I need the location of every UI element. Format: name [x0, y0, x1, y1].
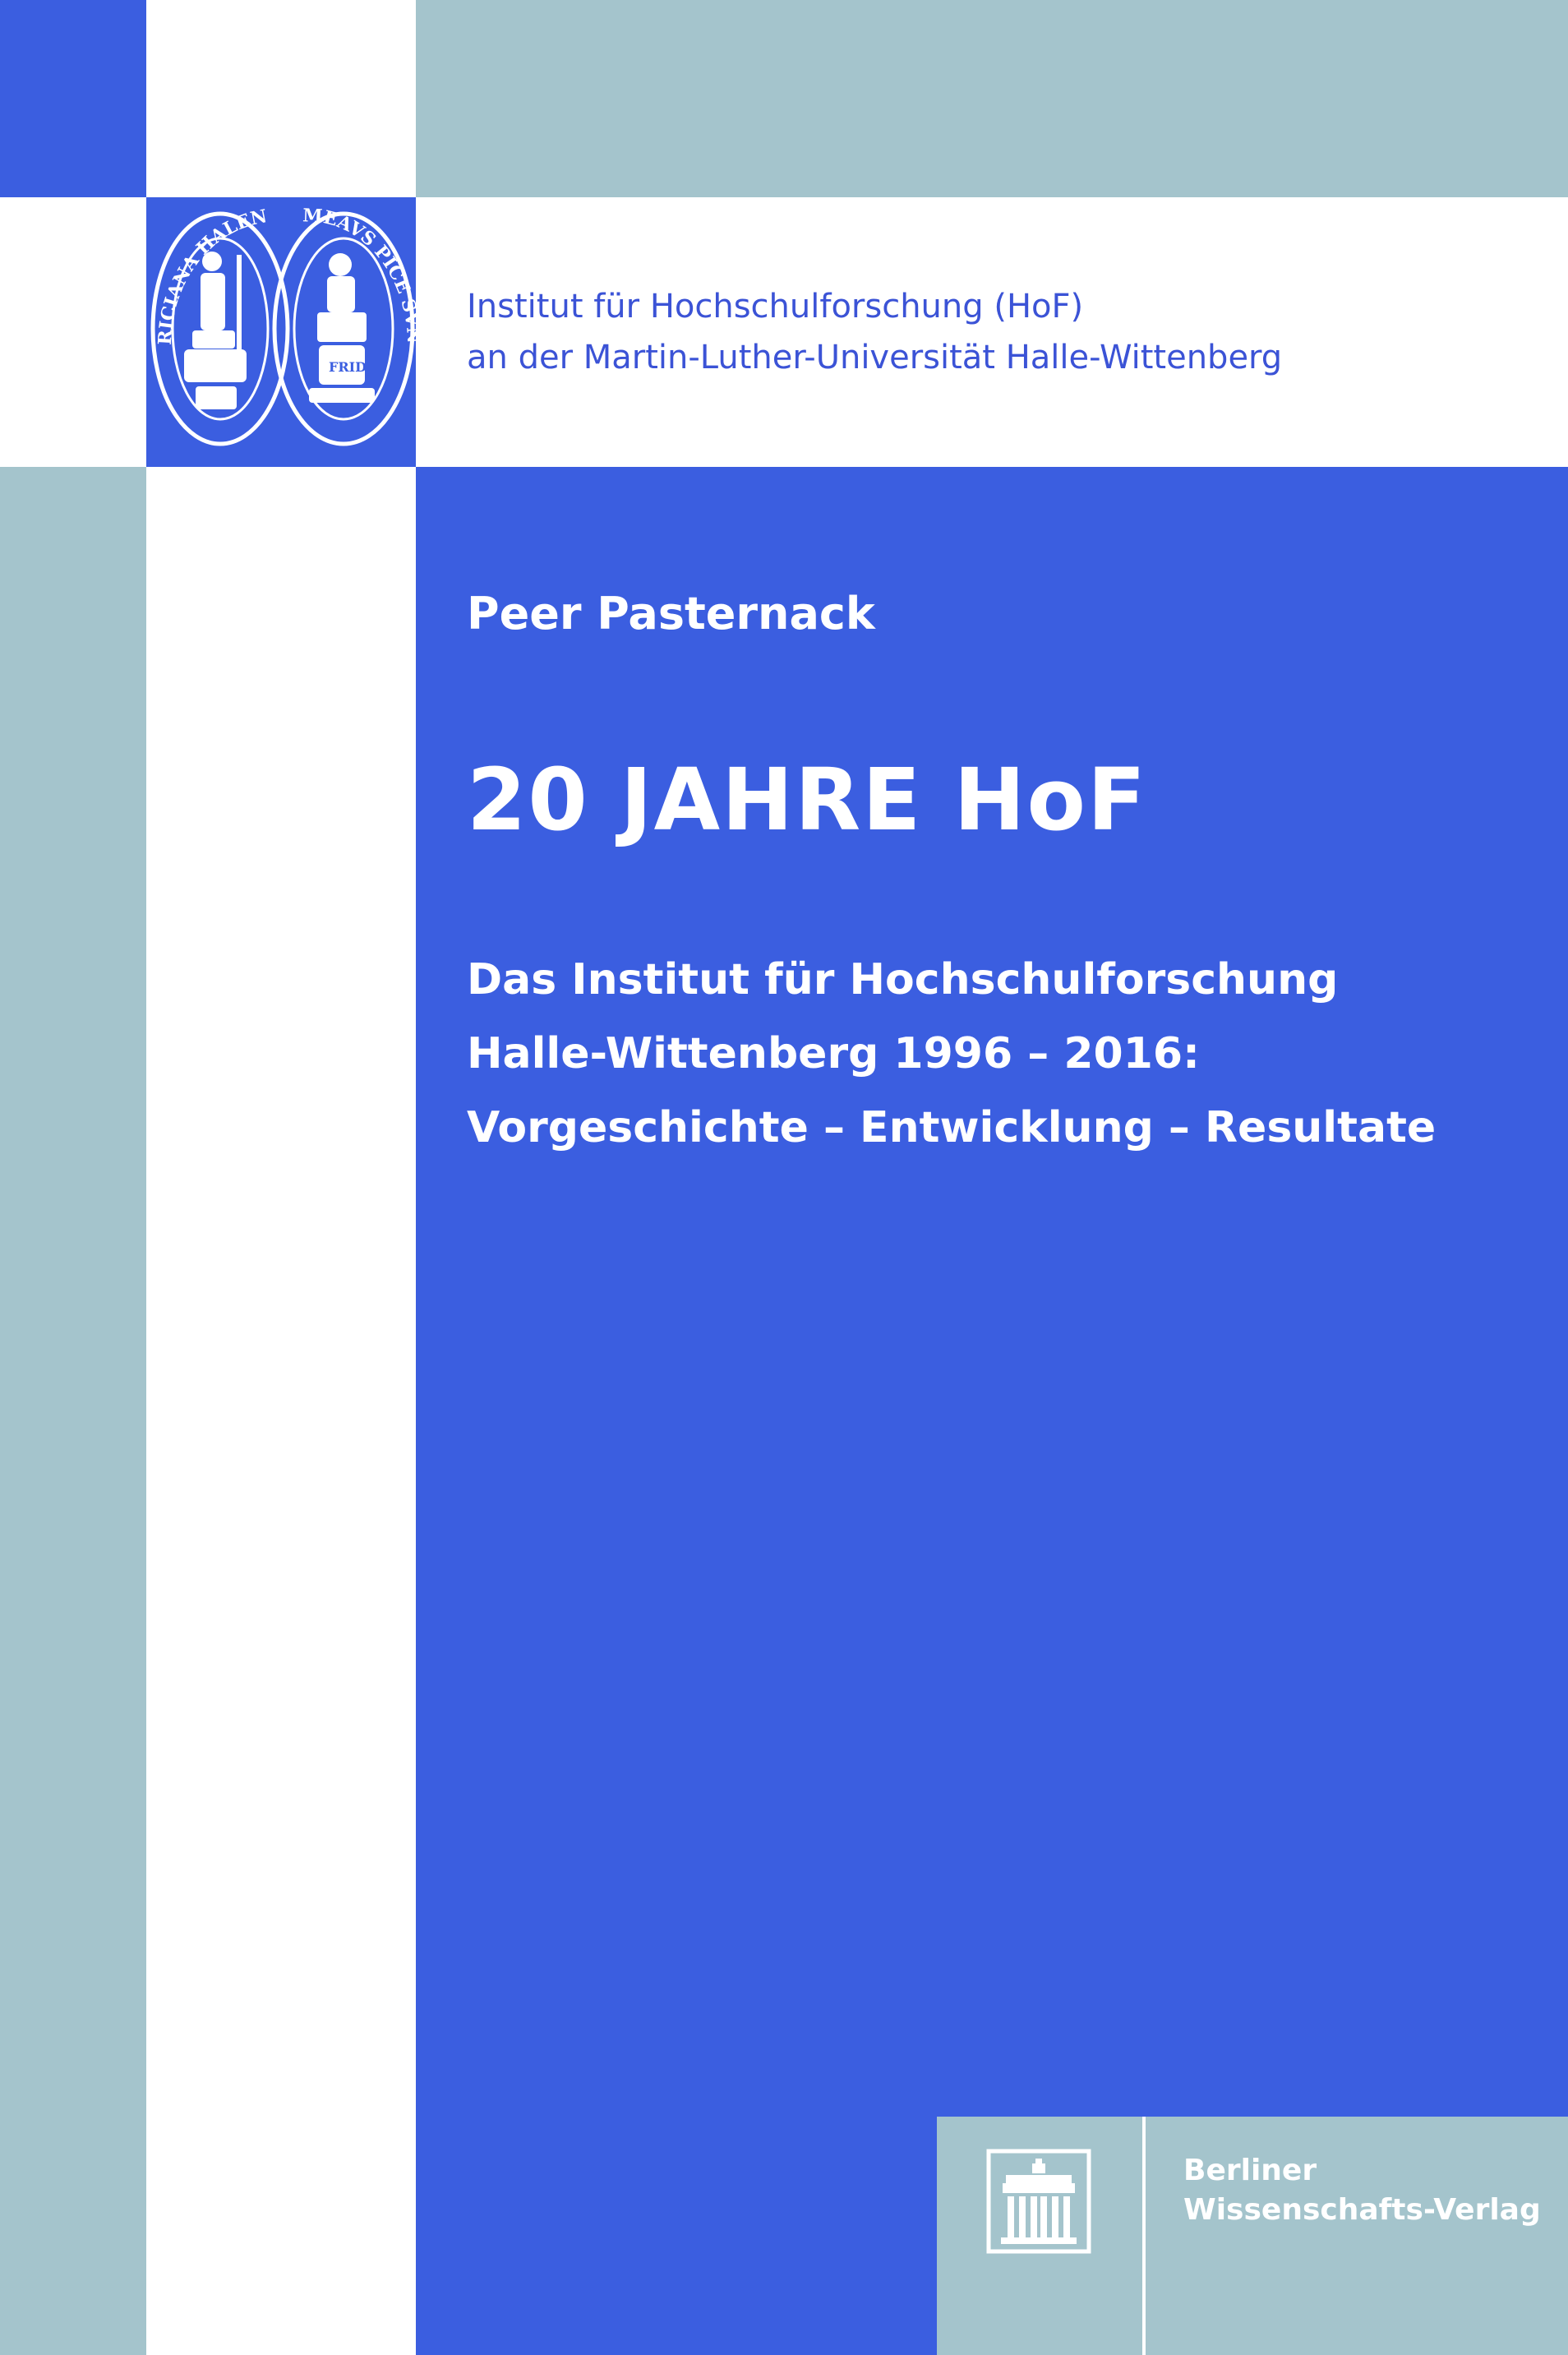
institute-name: Institut für Hochschulforschung (HoF) [467, 288, 1084, 326]
subtitle-line: Halle-Wittenberg 1996 – 2016: [467, 1029, 1200, 1078]
seal-right-motto: FRID [329, 359, 367, 375]
white-column [146, 467, 416, 2355]
subtitle-line: Das Institut für Hochschulforschung [467, 955, 1339, 1004]
publisher-name-line-1: Berliner [1183, 2154, 1317, 2187]
book-title: 20 JAHRE HoF [467, 750, 1148, 850]
color-block-top-teal [416, 0, 1568, 197]
color-block-left-teal [0, 467, 146, 2355]
color-block-top-white [146, 0, 416, 197]
publisher-divider [1142, 2117, 1146, 2355]
brandenburg-gate-icon [986, 2149, 1091, 2254]
author-name: Peer Pasternack [467, 588, 875, 640]
publisher-name-line-2: Wissenschafts-Verlag [1183, 2193, 1541, 2227]
color-block-top-left [0, 0, 146, 197]
subtitle-line: Vorgeschichte – Entwicklung – Resultate [467, 1103, 1437, 1152]
institute-affiliation: an der Martin-Luther-Universität Halle-W… [467, 339, 1283, 376]
university-seal: RICIANA HALENS MEAVS PICE SVNIVER DOCERE… [136, 181, 424, 467]
university-seal-icon: RICIANA HALENS MEAVS PICE SVNIVER DOCERE… [136, 181, 424, 467]
